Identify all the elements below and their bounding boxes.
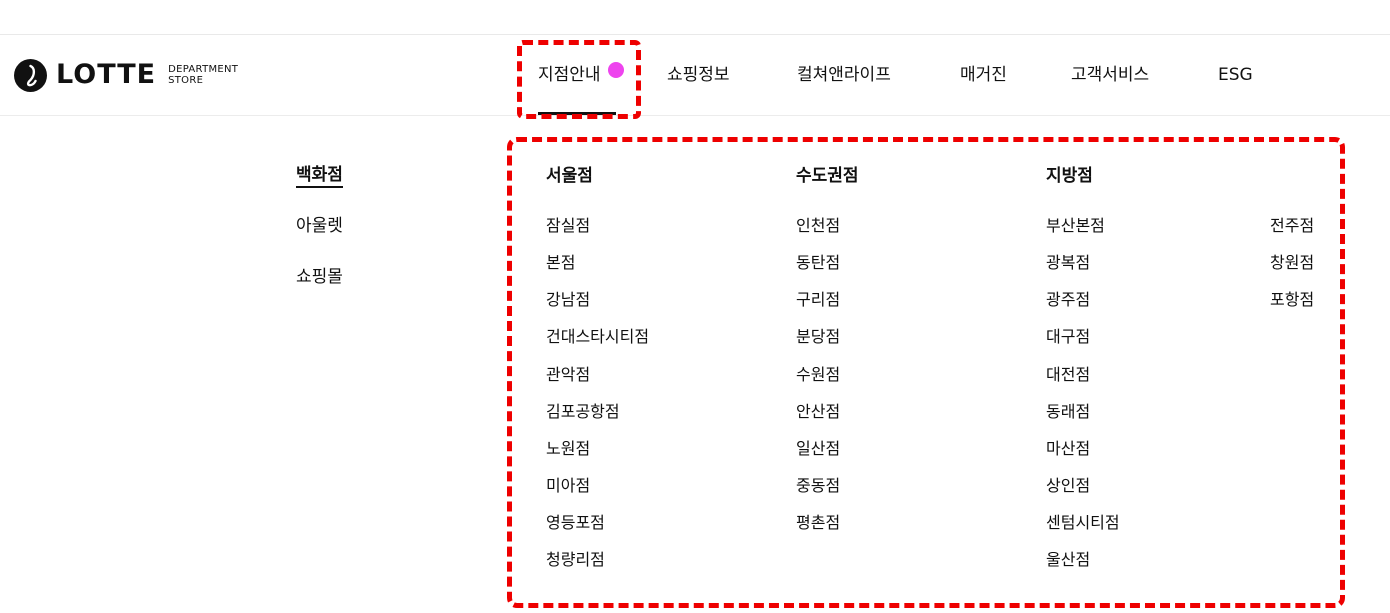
- highlight-box-nav: [517, 40, 641, 119]
- gnb-customer-service[interactable]: 고객서비스: [1071, 62, 1149, 88]
- gnb-shopping-info[interactable]: 쇼핑정보: [667, 62, 730, 88]
- category-outlet[interactable]: 아울렛: [296, 214, 343, 238]
- gnb-magazine[interactable]: 매거진: [960, 62, 1007, 88]
- global-header: LOTTE DEPARTMENT STORE 지점안내 쇼핑정보 컬쳐앤라이프 …: [0, 36, 1390, 116]
- category-department-store[interactable]: 백화점: [296, 164, 343, 188]
- top-utility-strip: [0, 0, 1390, 35]
- logo-subtitle-line2: STORE: [168, 75, 204, 86]
- gnb-culture-life[interactable]: 컬쳐앤라이프: [797, 62, 891, 88]
- lotte-logo[interactable]: LOTTE DEPARTMENT STORE: [14, 58, 238, 92]
- lotte-emblem-icon: [14, 58, 47, 92]
- highlight-box-menu: [507, 137, 1345, 608]
- gnb-esg[interactable]: ESG: [1218, 62, 1253, 88]
- logo-wordmark: LOTTE: [56, 59, 157, 90]
- logo-subtitle: DEPARTMENT STORE: [168, 64, 238, 86]
- logo-subtitle-line1: DEPARTMENT: [168, 64, 239, 75]
- category-shopping-mall[interactable]: 쇼핑몰: [296, 265, 343, 289]
